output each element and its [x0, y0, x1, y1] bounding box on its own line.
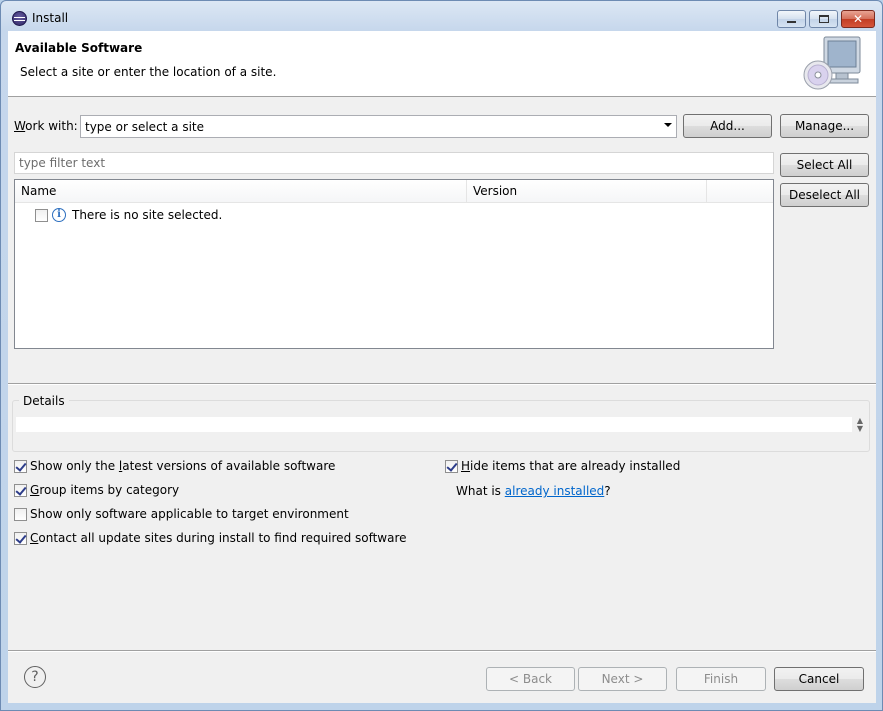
install-window: Install ✕ Available Software Select a si… [0, 0, 883, 711]
window-title: Install [32, 11, 69, 25]
option-hide-installed[interactable]: Hide items that are already installed [445, 459, 680, 473]
column-header-name[interactable]: Name [15, 180, 467, 203]
footer-separator [8, 650, 876, 652]
table-row[interactable]: i There is no site selected. [35, 206, 222, 224]
option-contact-sites[interactable]: Contact all update sites during install … [14, 531, 407, 545]
maximize-button[interactable] [809, 10, 838, 28]
title-bar[interactable]: Install ✕ [1, 1, 882, 31]
row-checkbox[interactable] [35, 208, 48, 222]
back-button[interactable]: < Back [486, 667, 575, 691]
show-applicable-label: Show only software applicable to target … [30, 507, 349, 521]
hide-installed-label: Hide items that are already installed [461, 459, 681, 473]
contact-sites-checkbox[interactable] [14, 531, 27, 545]
group-by-category-label: Group items by category [30, 483, 180, 497]
contact-sites-label: Contact all update sites during install … [30, 531, 407, 545]
filter-input[interactable]: type filter text [14, 152, 774, 174]
dialog-content: Available Software Select a site or ente… [8, 31, 876, 703]
row-text: There is no site selected. [72, 208, 223, 222]
close-icon: ✕ [852, 12, 864, 26]
add-site-button[interactable]: Add... [683, 114, 772, 138]
info-icon: i [52, 208, 66, 222]
show-applicable-checkbox[interactable] [14, 507, 27, 521]
minimize-icon [787, 21, 796, 23]
select-all-button[interactable]: Select All [780, 153, 869, 177]
option-group-by-category[interactable]: Group items by category [14, 483, 179, 497]
eclipse-app-icon [12, 11, 27, 26]
already-installed-link[interactable]: already installed [505, 484, 605, 498]
details-text[interactable] [16, 417, 852, 432]
option-show-latest[interactable]: Show only the latest versions of availab… [14, 459, 335, 473]
minimize-button[interactable] [777, 10, 806, 28]
hide-installed-checkbox[interactable] [445, 459, 458, 473]
next-button[interactable]: Next > [578, 667, 667, 691]
help-icon[interactable]: ? [24, 666, 46, 688]
page-title: Available Software [15, 41, 143, 55]
show-latest-checkbox[interactable] [14, 459, 27, 473]
chevron-down-icon[interactable] [664, 123, 672, 127]
manage-sites-button[interactable]: Manage... [780, 114, 869, 138]
table-header: Name Version [15, 180, 773, 203]
cancel-button[interactable]: Cancel [774, 667, 864, 691]
deselect-all-button[interactable]: Deselect All [780, 183, 869, 207]
column-header-version[interactable]: Version [467, 180, 707, 203]
show-latest-label: Show only the latest versions of availab… [30, 459, 336, 473]
what-is-installed-text: What is already installed? [456, 484, 611, 498]
wizard-banner: Available Software Select a site or ente… [8, 31, 876, 97]
install-monitor-icon [803, 36, 861, 90]
page-description: Select a site or enter the location of a… [20, 65, 277, 79]
details-scrollbar[interactable]: ▲ ▼ [854, 417, 866, 435]
close-button[interactable]: ✕ [841, 10, 875, 28]
maximize-icon [818, 15, 829, 23]
software-table: Name Version i There is no site selected… [14, 179, 774, 349]
option-show-applicable[interactable]: Show only software applicable to target … [14, 507, 349, 521]
work-with-combo-value: type or select a site [85, 120, 205, 134]
details-label: Details [19, 394, 69, 408]
separator [8, 383, 876, 385]
group-by-category-checkbox[interactable] [14, 483, 27, 497]
work-with-label: Work with: [14, 119, 78, 133]
finish-button[interactable]: Finish [676, 667, 766, 691]
work-with-combo[interactable]: type or select a site [80, 115, 677, 138]
